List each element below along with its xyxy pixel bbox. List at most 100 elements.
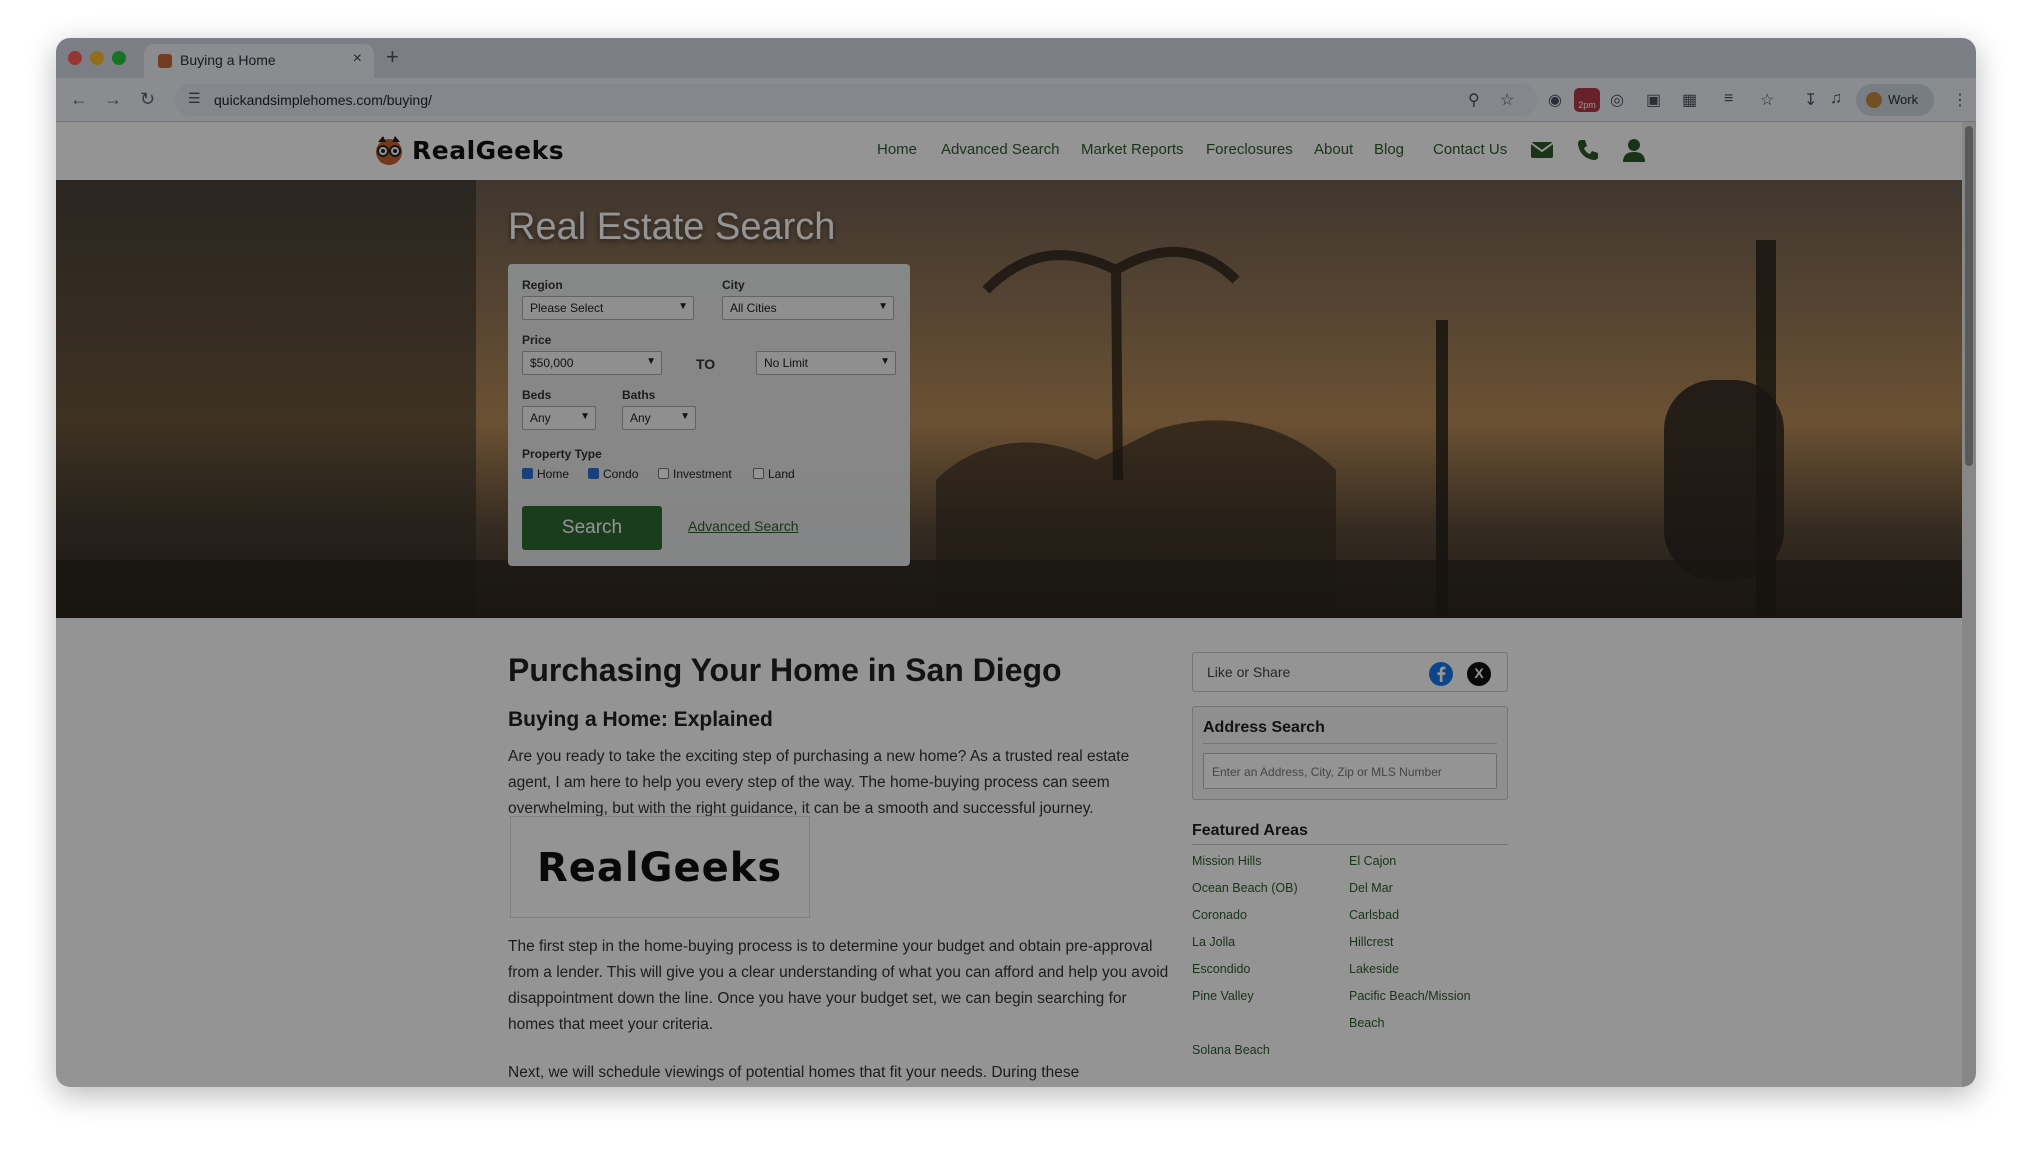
chevron-down-icon: ▼ bbox=[880, 356, 890, 367]
email-icon[interactable] bbox=[1529, 137, 1555, 163]
nav-blog[interactable]: Blog bbox=[1374, 141, 1404, 158]
area-link[interactable]: Escondido bbox=[1192, 956, 1250, 983]
nav-advanced-search[interactable]: Advanced Search bbox=[941, 141, 1059, 158]
share-label: Like or Share bbox=[1207, 664, 1291, 680]
facebook-icon[interactable] bbox=[1429, 662, 1453, 686]
x-share-icon[interactable]: X bbox=[1467, 662, 1491, 686]
address-search-widget: Address Search Enter an Address, City, Z… bbox=[1192, 706, 1508, 800]
beds-value: Any bbox=[530, 411, 551, 425]
nav-home[interactable]: Home bbox=[877, 141, 917, 158]
paragraph-budget: The first step in the home-buying proces… bbox=[508, 938, 1169, 1033]
profile-avatar-icon bbox=[1866, 92, 1882, 108]
checkbox-land[interactable]: Land bbox=[753, 467, 795, 481]
minimize-window-button[interactable] bbox=[90, 51, 104, 65]
checkbox-home[interactable]: Home bbox=[522, 467, 569, 481]
download-icon[interactable]: ↧ bbox=[1804, 90, 1817, 110]
back-icon[interactable]: ← bbox=[70, 89, 88, 110]
scrollbar-thumb[interactable] bbox=[1965, 126, 1973, 466]
beds-select[interactable]: Any ▼ bbox=[522, 406, 596, 430]
price-min-select[interactable]: $50,000 ▼ bbox=[522, 351, 662, 375]
area-link[interactable]: Pine Valley bbox=[1192, 983, 1254, 1010]
checkbox-investment[interactable]: Investment bbox=[658, 467, 732, 481]
search-button[interactable]: Search bbox=[522, 506, 662, 550]
paragraph-intro: Are you ready to take the exciting step … bbox=[508, 748, 1130, 817]
site-logo[interactable]: RealGeeks bbox=[374, 132, 564, 170]
divider bbox=[1192, 844, 1508, 845]
area-link[interactable]: Del Mar bbox=[1349, 875, 1393, 902]
phone-icon[interactable] bbox=[1575, 137, 1601, 163]
checkbox-checked-icon bbox=[522, 468, 533, 479]
chevron-down-icon: ▼ bbox=[646, 356, 656, 367]
area-link[interactable]: Lakeside bbox=[1349, 956, 1399, 983]
checkbox-home-label: Home bbox=[537, 467, 570, 481]
nav-about[interactable]: About bbox=[1314, 141, 1353, 158]
checkbox-investment-label: Investment bbox=[673, 467, 732, 481]
calendar-extension-icon[interactable]: 2pm bbox=[1574, 88, 1600, 112]
baths-select[interactable]: Any ▼ bbox=[622, 406, 696, 430]
city-select[interactable]: All Cities ▼ bbox=[722, 296, 894, 320]
address-bar[interactable]: ☰ quickandsimplehomes.com/buying/ ⚲ ☆ bbox=[174, 84, 1538, 116]
area-link[interactable]: Carlsbad bbox=[1349, 902, 1399, 929]
new-tab-button[interactable]: + bbox=[386, 44, 399, 70]
address-search-input[interactable]: Enter an Address, City, Zip or MLS Numbe… bbox=[1203, 753, 1497, 789]
page-scrollbar[interactable] bbox=[1962, 122, 1976, 1087]
price-max-value: No Limit bbox=[764, 356, 809, 370]
forward-icon[interactable]: → bbox=[104, 89, 122, 110]
reload-icon[interactable]: ↻ bbox=[140, 89, 155, 110]
hero-scene-image bbox=[56, 180, 1962, 618]
tab-close-icon[interactable]: × bbox=[353, 50, 362, 68]
property-search-form: Region Please Select ▼ City All Cities ▼… bbox=[508, 264, 910, 566]
area-link[interactable]: Solana Beach bbox=[1192, 1037, 1270, 1064]
property-type-label: Property Type bbox=[522, 447, 602, 461]
nav-contact-us[interactable]: Contact Us bbox=[1433, 141, 1507, 158]
price-label: Price bbox=[522, 333, 552, 347]
zoom-icon[interactable]: ⚲ bbox=[1468, 90, 1480, 110]
address-search-title: Address Search bbox=[1203, 719, 1325, 736]
bookmarks-icon[interactable]: ☆ bbox=[1760, 90, 1774, 110]
hero-title: Real Estate Search bbox=[508, 206, 836, 248]
profile-label: Work bbox=[1888, 92, 1919, 107]
area-link[interactable]: Coronado bbox=[1192, 902, 1247, 929]
extensions-puzzle-icon[interactable]: ▦ bbox=[1682, 90, 1697, 110]
area-link[interactable]: Beach bbox=[1349, 1010, 1384, 1037]
region-select[interactable]: Please Select ▼ bbox=[522, 296, 694, 320]
nav-foreclosures[interactable]: Foreclosures bbox=[1206, 141, 1293, 158]
price-max-select[interactable]: No Limit ▼ bbox=[756, 351, 896, 375]
url-text[interactable]: quickandsimplehomes.com/buying/ bbox=[214, 92, 432, 108]
checkbox-condo[interactable]: Condo bbox=[588, 467, 638, 481]
page-viewport: RealGeeks Home Advanced Search Market Re… bbox=[56, 122, 1962, 1087]
advanced-search-link[interactable]: Advanced Search bbox=[688, 518, 799, 534]
area-link[interactable]: Ocean Beach (OB) bbox=[1192, 875, 1298, 902]
tab-search-icon[interactable]: ≡ bbox=[1724, 90, 1733, 108]
checkbox-checked-icon bbox=[588, 468, 599, 479]
area-link[interactable]: La Jolla bbox=[1192, 929, 1235, 956]
nav-market-reports[interactable]: Market Reports bbox=[1081, 141, 1184, 158]
account-icon[interactable] bbox=[1621, 137, 1647, 163]
checkbox-condo-label: Condo bbox=[603, 467, 639, 481]
reading-mode-icon[interactable]: ▣ bbox=[1646, 90, 1661, 110]
zoom-window-button[interactable] bbox=[112, 51, 126, 65]
area-link[interactable]: Mission Hills bbox=[1192, 848, 1261, 875]
price-to-label: TO bbox=[696, 356, 716, 372]
brand-logo-image: RealGeeks bbox=[510, 816, 810, 918]
profile-button[interactable]: Work bbox=[1856, 84, 1934, 116]
site-info-icon[interactable]: ☰ bbox=[188, 90, 201, 107]
featured-areas-title: Featured Areas bbox=[1192, 822, 1308, 839]
password-manager-icon[interactable]: ◉ bbox=[1548, 90, 1562, 110]
browser-window: Buying a Home × + ← → ↻ ☰ quickandsimple… bbox=[56, 38, 1976, 1087]
browser-menu-icon[interactable]: ⋮ bbox=[1952, 90, 1968, 110]
checkbox-unchecked-icon bbox=[753, 468, 764, 479]
media-icon[interactable]: ♫ bbox=[1830, 90, 1842, 108]
site-favicon-icon bbox=[158, 54, 172, 68]
area-link[interactable]: Hillcrest bbox=[1349, 929, 1393, 956]
area-link[interactable]: Pacific Beach/Mission bbox=[1349, 983, 1471, 1010]
close-window-button[interactable] bbox=[68, 51, 82, 65]
city-value: All Cities bbox=[730, 301, 777, 315]
bookmark-star-icon[interactable]: ☆ bbox=[1500, 90, 1514, 110]
area-link[interactable]: El Cajon bbox=[1349, 848, 1396, 875]
baths-label: Baths bbox=[622, 388, 656, 402]
checkbox-unchecked-icon bbox=[658, 468, 669, 479]
extension-icon[interactable]: ◎ bbox=[1610, 90, 1624, 110]
tab-title: Buying a Home bbox=[180, 52, 276, 68]
browser-tab[interactable]: Buying a Home × bbox=[144, 44, 374, 78]
